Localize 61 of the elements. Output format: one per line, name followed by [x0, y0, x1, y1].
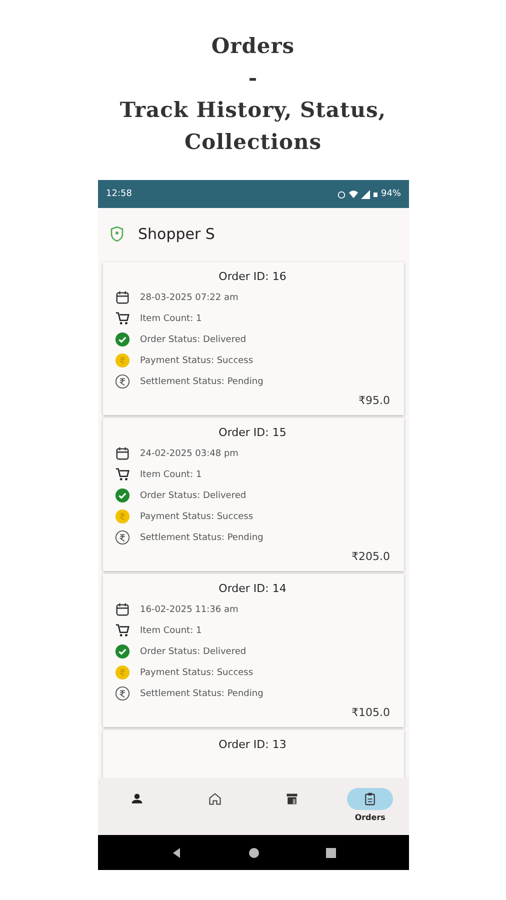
- nav-tab[interactable]: Orders: [340, 788, 400, 822]
- battery-icon: [372, 190, 378, 198]
- order-detail: Settlement Status: Pending: [140, 688, 264, 698]
- order-detail: Payment Status: Success: [140, 668, 254, 678]
- order-id: Order ID: 14: [218, 582, 288, 595]
- order-id: Order ID: 16: [218, 270, 288, 283]
- home-icon: [208, 792, 222, 806]
- check-circle-icon: [115, 644, 130, 659]
- order-card[interactable]: Order ID: 14 16-02-2025 11:36 am Item Count: 1 Order Status: Delivered Payment Status: Success Settlement Status: Pending ₹105.0: [103, 574, 404, 727]
- cart-icon: [115, 623, 130, 638]
- check-circle-icon: [115, 488, 130, 503]
- order-detail: Item Count: 1: [140, 470, 202, 480]
- rupee-circle-icon: [115, 530, 130, 545]
- back-icon[interactable]: [170, 846, 182, 858]
- order-detail: Order Status: Delivered: [140, 646, 246, 656]
- order-card[interactable]: Order ID: 15 24-02-2025 03:48 pm Item Count: 1 Order Status: Delivered Payment Status: Success Settlement Status: Pending ₹205.0: [103, 418, 404, 571]
- status-time: 12:58: [106, 189, 132, 199]
- order-detail: Settlement Status: Pending: [140, 532, 264, 542]
- calendar-icon: [115, 290, 130, 305]
- order-detail: Order Status: Delivered: [140, 490, 246, 500]
- clipboard-icon: [363, 792, 378, 806]
- alarm-icon: [336, 190, 346, 198]
- order-detail: 28-03-2025 07:22 am: [140, 292, 238, 302]
- page-heading: -: [248, 64, 258, 92]
- wifi-icon: [348, 190, 358, 198]
- shield-icon: [110, 226, 124, 242]
- order-detail: Order Status: Delivered: [140, 334, 246, 344]
- order-detail: Payment Status: Success: [140, 356, 254, 366]
- order-detail: Item Count: 1: [140, 626, 202, 636]
- cart-icon: [115, 311, 130, 326]
- order-id: Order ID: 15: [218, 426, 288, 439]
- check-circle-icon: [115, 332, 130, 347]
- order-amount: ₹95.0: [358, 394, 390, 407]
- order-detail: Item Count: 1: [140, 314, 202, 324]
- rupee-circle-icon: [115, 686, 130, 701]
- store-icon: [285, 792, 300, 806]
- order-card[interactable]: Order ID: 16 28-03-2025 07:22 am Item Count: 1 Order Status: Delivered Payment Status: Success Settlement Status: Pending ₹95.0: [103, 262, 404, 415]
- order-detail: 16-02-2025 11:36 am: [140, 604, 238, 614]
- order-amount: ₹105.0: [352, 706, 390, 719]
- page-heading: Track History, Status,: [120, 96, 386, 124]
- battery-level: 94%: [380, 189, 401, 199]
- calendar-icon: [115, 446, 130, 461]
- rupee-circle-icon: [115, 374, 130, 389]
- order-detail: Settlement Status: Pending: [140, 376, 264, 386]
- page-heading: Collections: [184, 128, 322, 156]
- order-card[interactable]: Order ID: 13: [103, 730, 404, 778]
- recents-icon[interactable]: [324, 846, 336, 858]
- home-button-icon[interactable]: [248, 846, 260, 858]
- calendar-icon: [115, 602, 130, 617]
- signal-icon: [360, 190, 370, 198]
- cart-icon: [115, 467, 130, 482]
- order-id: Order ID: 13: [218, 738, 288, 751]
- page-heading: Orders: [211, 32, 295, 60]
- rupee-coin-icon: [115, 353, 130, 368]
- order-detail: Payment Status: Success: [140, 512, 254, 522]
- order-detail: 24-02-2025 03:48 pm: [140, 448, 238, 458]
- person-icon: [130, 792, 144, 806]
- rupee-coin-icon: [115, 665, 130, 680]
- app-title: Shopper S: [138, 225, 215, 243]
- order-amount: ₹205.0: [352, 550, 390, 563]
- rupee-coin-icon: [115, 509, 130, 524]
